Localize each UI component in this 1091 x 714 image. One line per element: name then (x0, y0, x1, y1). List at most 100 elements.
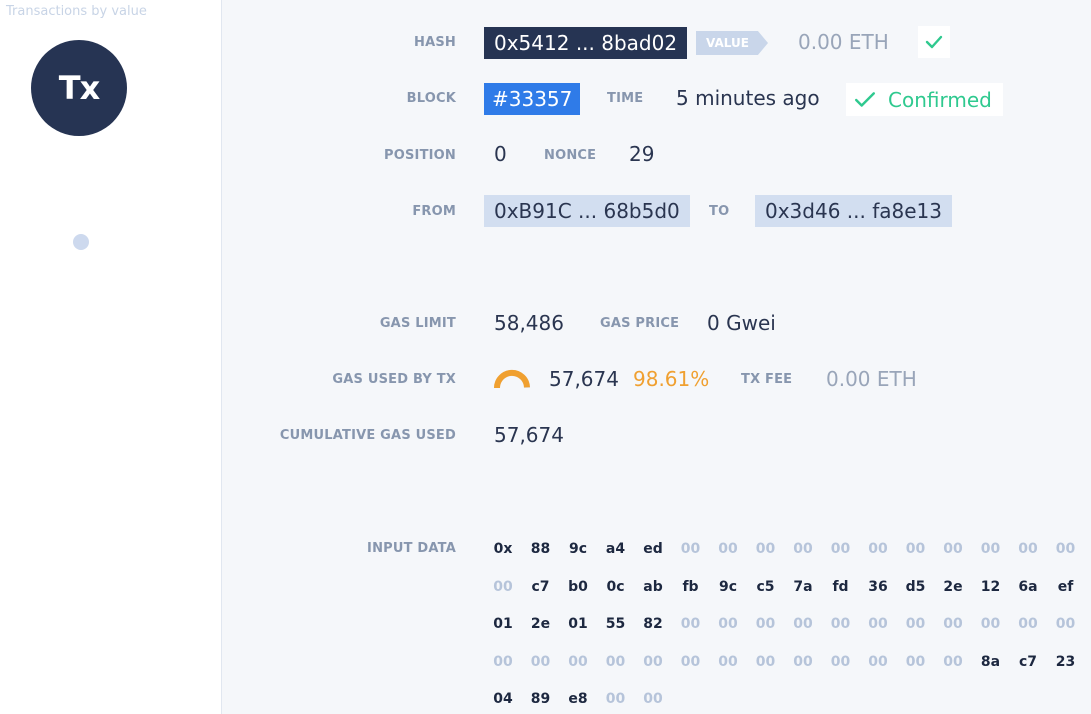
input-byte: 00 (680, 616, 701, 632)
input-byte: 82 (643, 616, 663, 632)
input-byte: 00 (868, 616, 888, 632)
from-label: FROM (412, 204, 456, 219)
input-byte: 0c (606, 578, 625, 595)
tx-fee-label: TX FEE (741, 372, 793, 387)
input-byte: 00 (905, 541, 926, 557)
input-byte: 12 (980, 578, 1001, 595)
input-byte: 00 (643, 653, 663, 670)
input-byte: 7a (793, 578, 813, 595)
pagination-dot[interactable] (73, 234, 89, 250)
status-badge: Confirmed (846, 83, 1003, 116)
input-byte: ab (643, 578, 663, 595)
input-byte: b0 (568, 578, 588, 595)
tx-avatar[interactable]: Tx (31, 40, 127, 136)
input-byte: 00 (680, 653, 701, 670)
input-byte: 00 (868, 653, 888, 670)
sidebar-title: Transactions by value (6, 4, 147, 19)
input-byte: 00 (980, 541, 1001, 557)
to-label: TO (709, 204, 730, 219)
input-byte: 00 (1018, 541, 1038, 557)
value-amount: 0.00 ETH (798, 30, 889, 54)
input-byte: e8 (568, 691, 588, 707)
input-byte: 00 (568, 653, 588, 670)
input-byte: 00 (1018, 616, 1038, 632)
input-byte: 36 (868, 578, 888, 595)
input-byte: 00 (718, 616, 738, 632)
gas-price-value: 0 Gwei (707, 311, 776, 335)
input-byte: 00 (905, 653, 926, 670)
input-byte: c7 (531, 578, 550, 595)
input-byte: 00 (755, 616, 776, 632)
value-tag: VALUE (696, 31, 768, 55)
input-byte: fd (832, 578, 849, 595)
cumulative-gas-label: CUMULATIVE GAS USED (279, 428, 456, 443)
hash-value[interactable]: 0x5412 ... 8bad02 (484, 27, 688, 59)
input-byte: 00 (605, 691, 626, 707)
input-byte: 00 (980, 616, 1001, 632)
input-byte: 00 (943, 653, 963, 670)
input-byte: fb (682, 578, 699, 595)
input-byte: 00 (493, 653, 513, 670)
input-byte: 00 (905, 616, 926, 632)
input-byte: a4 (605, 541, 626, 557)
to-address[interactable]: 0x3d46 ... fa8e13 (755, 195, 952, 227)
confirmed-check-icon (854, 91, 876, 107)
input-byte: 00 (868, 541, 888, 557)
gas-used-label: GAS USED BY TX (332, 372, 456, 387)
input-byte: ed (643, 541, 663, 557)
input-byte: 9c (718, 578, 738, 595)
sidebar: Transactions by value Tx (0, 0, 222, 714)
input-byte: 89 (530, 691, 551, 707)
gas-used-value: 57,674 (549, 367, 619, 391)
tx-fee-value: 0.00 ETH (826, 367, 917, 391)
cumulative-gas-value: 57,674 (494, 423, 564, 447)
input-data-label: INPUT DATA (367, 541, 456, 556)
input-byte: 8a (980, 653, 1001, 670)
position-value: 0 (494, 142, 507, 166)
position-label: POSITION (383, 148, 456, 163)
input-byte: 00 (1055, 616, 1076, 632)
input-byte: 01 (493, 616, 513, 632)
input-byte: 00 (1055, 541, 1076, 557)
gas-gauge-icon (493, 369, 530, 389)
input-byte: 00 (793, 541, 813, 557)
input-byte: 00 (530, 653, 551, 670)
input-byte: 00 (943, 616, 963, 632)
input-byte: 00 (680, 541, 701, 557)
input-byte: 00 (830, 653, 851, 670)
input-byte: 00 (718, 541, 738, 557)
input-byte: 00 (493, 578, 513, 595)
time-label: TIME (607, 91, 644, 106)
input-byte: 00 (943, 541, 963, 557)
input-byte: 0x (493, 541, 513, 557)
input-byte: 00 (718, 653, 738, 670)
input-byte: d5 (905, 578, 926, 595)
input-byte: 2e (530, 616, 551, 632)
input-byte: c7 (1018, 653, 1038, 670)
gas-limit-label: GAS LIMIT (379, 316, 456, 331)
input-byte: 23 (1055, 653, 1076, 670)
block-label: BLOCK (406, 91, 456, 106)
input-byte: c5 (756, 578, 775, 595)
input-byte: 01 (568, 616, 588, 632)
input-byte: 00 (755, 541, 776, 557)
nonce-label: NONCE (544, 148, 597, 163)
input-byte: 00 (793, 616, 813, 632)
gas-price-label: GAS PRICE (600, 316, 680, 331)
input-byte: 2e (943, 578, 963, 595)
input-byte: 00 (793, 653, 813, 670)
input-byte: 00 (755, 653, 776, 670)
block-link[interactable]: #33357 (484, 83, 581, 115)
input-byte: 00 (643, 691, 663, 707)
nonce-value: 29 (629, 142, 655, 166)
input-byte: 00 (830, 616, 851, 632)
input-byte: 6a (1018, 578, 1038, 595)
input-byte: 88 (530, 541, 551, 557)
gas-used-percent: 98.61% (633, 367, 710, 391)
hash-label: HASH (414, 35, 456, 50)
input-byte: 9c (568, 541, 588, 557)
from-address[interactable]: 0xB91C ... 68b5d0 (484, 195, 690, 227)
input-byte: 00 (605, 653, 626, 670)
input-byte: 04 (493, 691, 513, 707)
time-value: 5 minutes ago (676, 86, 820, 110)
